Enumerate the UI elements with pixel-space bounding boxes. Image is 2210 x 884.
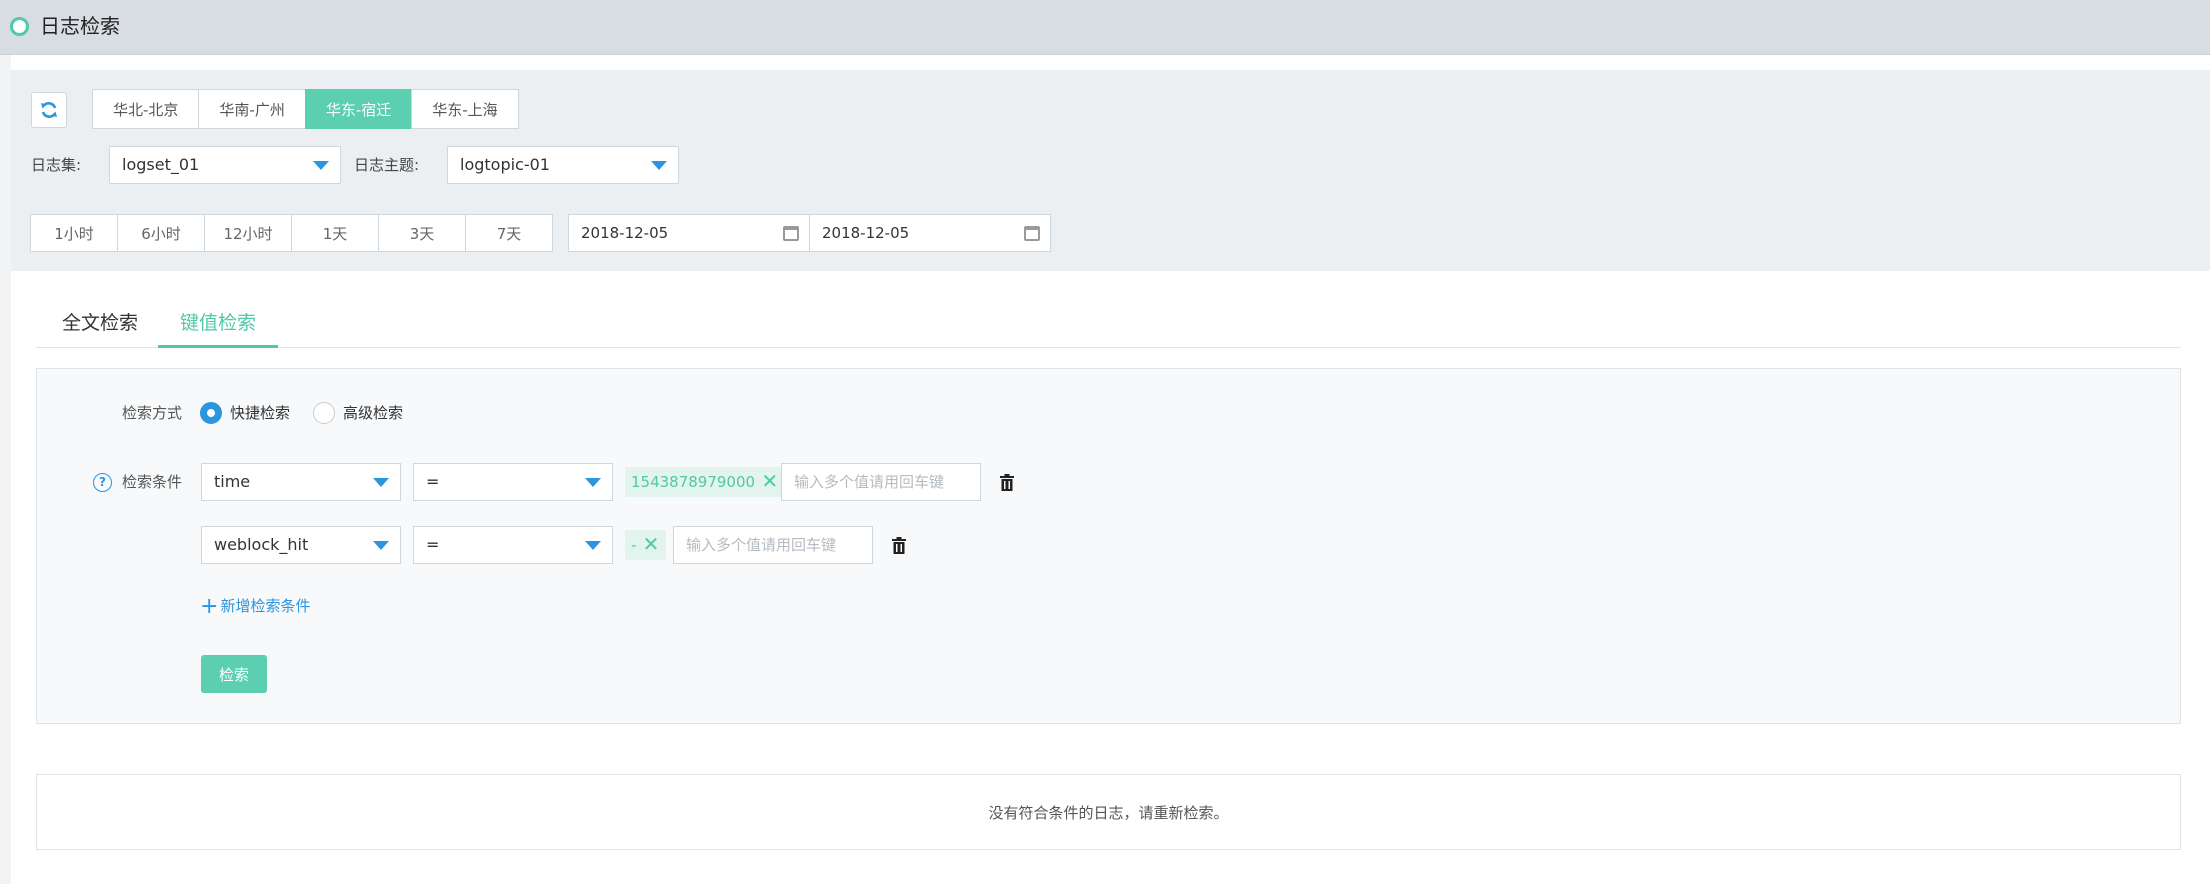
logset-select[interactable]: logset_01 xyxy=(109,146,341,184)
region-selector: 华北-北京 华南-广州 华东-宿迁 华东-上海 xyxy=(92,89,519,129)
caret-down-icon xyxy=(373,478,389,487)
condition-field-value: weblock_hit xyxy=(214,535,309,554)
left-gutter xyxy=(0,55,11,884)
empty-result-message: 没有符合条件的日志，请重新检索。 xyxy=(988,804,1229,822)
close-icon[interactable]: ✕ xyxy=(643,530,660,558)
end-date-input[interactable]: 2018-12-05 xyxy=(809,214,1051,252)
add-condition-label: 新增检索条件 xyxy=(220,597,311,615)
region-button-guangzhou[interactable]: 华南-广州 xyxy=(198,89,306,129)
condition-value-tag-text: - xyxy=(631,536,637,554)
radio-quick-search[interactable] xyxy=(200,402,222,424)
caret-down-icon xyxy=(585,541,601,550)
condition-value-tag: - ✕ xyxy=(625,530,667,560)
condition-operator-select[interactable]: = xyxy=(413,463,613,501)
radio-advanced-search-label[interactable]: 高级检索 xyxy=(343,401,403,425)
range-button-1d[interactable]: 1天 xyxy=(291,214,379,252)
condition-value-tag: 1543878979000 ✕ xyxy=(625,467,786,497)
logset-value: logset_01 xyxy=(122,155,200,174)
radio-advanced-search[interactable] xyxy=(313,402,335,424)
add-condition-link[interactable]: + 新增检索条件 xyxy=(200,594,310,619)
calendar-icon[interactable] xyxy=(783,226,799,241)
tab-fulltext[interactable]: 全文检索 xyxy=(62,300,138,348)
condition-operator-value: = xyxy=(426,472,440,491)
logtopic-label: 日志主题: xyxy=(354,156,420,174)
caret-down-icon xyxy=(651,161,667,170)
range-button-6h[interactable]: 6小时 xyxy=(117,214,205,252)
search-mode-label: 检索方式 xyxy=(122,404,183,422)
trash-icon[interactable] xyxy=(892,537,906,554)
caret-down-icon xyxy=(585,478,601,487)
range-button-7d[interactable]: 7天 xyxy=(465,214,553,252)
condition-field-select[interactable]: time xyxy=(201,463,401,501)
logset-label: 日志集: xyxy=(31,156,82,174)
calendar-icon[interactable] xyxy=(1024,226,1040,241)
condition-field-value: time xyxy=(214,472,251,491)
close-icon[interactable]: ✕ xyxy=(761,467,778,495)
help-icon[interactable]: ? xyxy=(93,473,112,492)
status-ring-icon xyxy=(10,17,29,36)
condition-value-tag-text: 1543878979000 xyxy=(631,473,756,491)
condition-operator-select[interactable]: = xyxy=(413,526,613,564)
logtopic-select[interactable]: logtopic-01 xyxy=(447,146,679,184)
condition-operator-value: = xyxy=(426,535,440,554)
time-range-selector: 1小时 6小时 12小时 1天 3天 7天 xyxy=(30,214,553,252)
plus-icon: + xyxy=(200,594,219,619)
condition-field-select[interactable]: weblock_hit xyxy=(201,526,401,564)
condition-value-input[interactable] xyxy=(673,526,873,564)
radio-quick-search-label[interactable]: 快捷检索 xyxy=(230,401,290,425)
caret-down-icon xyxy=(313,161,329,170)
range-button-1h[interactable]: 1小时 xyxy=(30,214,118,252)
filter-panel: 华北-北京 华南-广州 华东-宿迁 华东-上海 日志集: logset_01 日… xyxy=(11,70,2210,271)
search-button[interactable]: 检索 xyxy=(201,655,267,693)
trash-icon[interactable] xyxy=(1000,474,1014,491)
query-panel: 检索方式 快捷检索 高级检索 ? 检索条件 time = 15438789790… xyxy=(36,368,2181,724)
search-condition-label: 检索条件 xyxy=(122,473,183,491)
range-button-12h[interactable]: 12小时 xyxy=(204,214,292,252)
tab-keyvalue[interactable]: 键值检索 xyxy=(158,300,279,348)
region-button-beijing[interactable]: 华北-北京 xyxy=(92,89,200,129)
range-button-3d[interactable]: 3天 xyxy=(378,214,466,252)
start-date-input[interactable]: 2018-12-05 xyxy=(568,214,810,252)
refresh-icon xyxy=(41,102,57,118)
start-date-value: 2018-12-05 xyxy=(581,224,669,242)
refresh-button[interactable] xyxy=(31,92,67,128)
condition-value-input[interactable] xyxy=(781,463,981,501)
region-button-shanghai[interactable]: 华东-上海 xyxy=(411,89,519,129)
region-button-suqian[interactable]: 华东-宿迁 xyxy=(304,89,413,129)
page-title: 日志检索 xyxy=(40,14,120,38)
caret-down-icon xyxy=(373,541,389,550)
end-date-value: 2018-12-05 xyxy=(822,224,910,242)
result-panel: 没有符合条件的日志，请重新检索。 xyxy=(36,774,2181,850)
search-tabs: 全文检索 键值检索 xyxy=(36,300,2181,348)
page-header: 日志检索 xyxy=(0,0,2210,55)
logtopic-value: logtopic-01 xyxy=(460,155,550,174)
